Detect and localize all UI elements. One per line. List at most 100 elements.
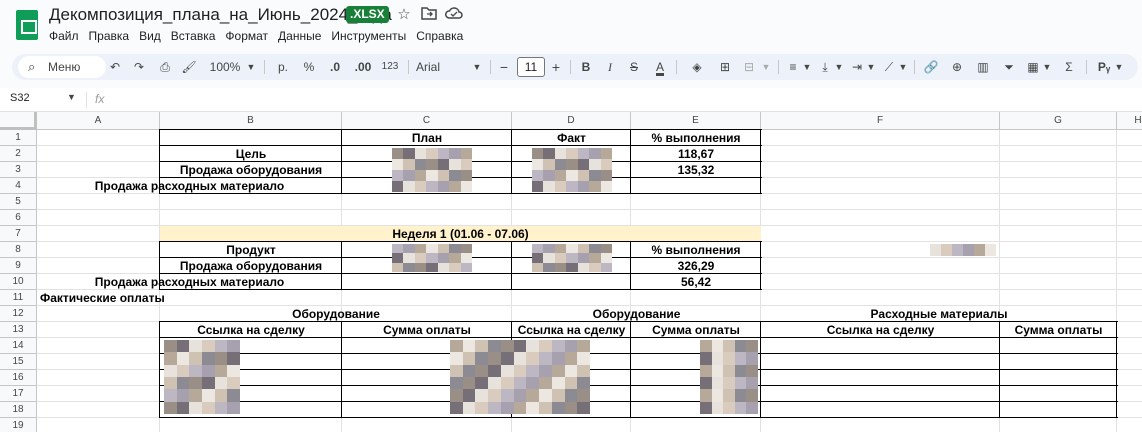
cell-e8-pct-header[interactable]: % выполнения [631,242,761,258]
font-caret-icon[interactable]: ▼ [470,54,484,80]
row-header-2[interactable]: 2 [0,146,37,162]
menu-view[interactable]: Вид [134,28,166,44]
cell-c1-plan-header[interactable]: План [342,130,512,146]
valign-caret-icon[interactable]: ▼ [834,54,844,80]
insert-chart-icon[interactable]: ▥ [974,54,992,80]
fill-color-icon[interactable]: ◈ [688,54,706,80]
menu-tools[interactable]: Инструменты [326,28,411,44]
bold-button[interactable]: B [578,54,594,80]
sheet-grid[interactable]: A B C D E F G H 1 2 3 4 5 6 7 8 9 10 11 12 13 14 15 16 17 18 19 Пла… [0,112,1142,432]
font-size-input[interactable]: 11 [517,57,545,77]
cell-a11-payments-title[interactable]: Фактические оплаты [40,290,342,306]
filter-views-caret-icon[interactable]: ▼ [1042,54,1052,80]
name-box[interactable]: S32 [10,92,30,104]
borders-icon[interactable]: ⊞ [716,54,734,80]
increase-decimal-button[interactable]: .00 [350,54,376,80]
cell-b12-equipment-group[interactable]: Оборудование [160,306,512,322]
row-header-13[interactable]: 13 [0,322,37,338]
cell-e8-pct[interactable]: 326,29 [631,258,761,274]
merge-cells-icon[interactable]: ⊟ [740,54,758,80]
select-all-corner[interactable] [0,112,37,130]
font-family-select[interactable]: Arial [416,54,456,80]
text-wrap-icon[interactable]: ⇥ [848,54,866,80]
cell-d12-equipment-group[interactable]: Оборудование [512,306,761,322]
wrap-caret-icon[interactable]: ▼ [866,54,876,80]
insert-comment-icon[interactable]: ⊕ [948,54,966,80]
undo-icon[interactable]: ↶ [106,54,124,80]
filter-icon[interactable]: ⏷ [1000,54,1018,80]
vertical-align-icon[interactable]: ⤓ [816,54,834,80]
column-header-f[interactable]: F [761,112,1000,130]
cell-b8-product-header[interactable]: Продукт [160,242,342,258]
cell-e9-pct[interactable]: 56,42 [631,274,761,290]
star-icon[interactable]: ☆ [395,6,413,24]
row-header-5[interactable]: 5 [0,194,37,210]
merge-caret-icon[interactable]: ▼ [760,54,772,80]
strikethrough-icon[interactable]: S [626,54,642,80]
decrease-decimal-button[interactable]: .0 [324,54,346,80]
menu-file[interactable]: Файл [44,28,84,44]
column-header-g[interactable]: G [1000,112,1117,130]
currency-format-button[interactable]: р. [274,54,292,80]
text-color-button[interactable]: A [652,54,668,80]
rotation-caret-icon[interactable]: ▼ [898,54,908,80]
cell-e3-pct[interactable]: 135,32 [631,162,761,178]
column-header-c[interactable]: C [342,112,512,130]
cell-b3-label[interactable]: Продажа оборудования [160,162,342,178]
cell-f12-consumables-group[interactable]: Расходные материалы [761,306,1117,322]
column-header-e[interactable]: E [631,112,761,130]
column-header-b[interactable]: B [160,112,342,130]
column-header-d[interactable]: D [512,112,631,130]
zoom-select[interactable]: 100% [208,54,242,80]
redo-icon[interactable]: ↷ [130,54,148,80]
cell-b9-label[interactable]: Продажа расходных материало [37,274,342,290]
row-header-3[interactable]: 3 [0,162,37,178]
row-header-11[interactable]: 11 [0,290,37,306]
align-caret-icon[interactable]: ▼ [802,54,812,80]
paint-format-icon[interactable]: 🖌 [180,54,198,80]
percent-format-button[interactable]: % [300,54,318,80]
row-header-16[interactable]: 16 [0,370,37,386]
row-header-6[interactable]: 6 [0,210,37,226]
cell-e13-sum-header[interactable]: Сумма оплаты [631,322,761,338]
row-header-10[interactable]: 10 [0,274,37,290]
column-header-h[interactable]: H [1117,112,1142,130]
row-header-4[interactable]: 4 [0,178,37,194]
cell-b8-label[interactable]: Продажа оборудования [160,258,342,274]
menu-search-button[interactable]: ⌕ Меню [18,56,106,78]
zoom-caret-icon[interactable]: ▼ [244,54,258,80]
text-rotation-icon[interactable]: ⟋ [880,54,898,80]
menu-data[interactable]: Данные [273,28,326,44]
cell-f13-link-header[interactable]: Ссылка на сделку [761,322,1000,338]
row-header-1[interactable]: 1 [0,130,37,146]
cell-d13-link-header[interactable]: Ссылка на сделку [512,322,631,338]
document-title[interactable]: Декомпозиция_плана_на_Июнь_2024_года [49,5,392,25]
row-header-7[interactable]: 7 [0,226,37,242]
cell-c13-sum-header[interactable]: Сумма оплаты [342,322,512,338]
name-box-caret-icon[interactable]: ▼ [67,92,76,102]
cell-e2-pct[interactable]: 118,67 [631,146,761,162]
row-header-18[interactable]: 18 [0,402,37,418]
insert-link-icon[interactable]: 🔗 [922,54,940,80]
row-header-12[interactable]: 12 [0,306,37,322]
cloud-status-icon[interactable] [445,6,463,24]
row-header-19[interactable]: 19 [0,418,37,432]
cell-g13-sum-header[interactable]: Сумма оплаты [1000,322,1117,338]
input-tools-icon[interactable]: Pᵧ [1094,54,1114,80]
functions-icon[interactable]: Σ [1060,54,1078,80]
menu-edit[interactable]: Правка [84,28,135,44]
horizontal-align-icon[interactable]: ≡ [784,54,802,80]
italic-button[interactable]: I [602,54,618,80]
row-header-14[interactable]: 14 [0,338,37,354]
row-header-9[interactable]: 9 [0,258,37,274]
move-folder-icon[interactable] [420,6,438,24]
font-size-decrease-icon[interactable]: − [496,54,512,80]
row-header-15[interactable]: 15 [0,354,37,370]
input-tools-caret-icon[interactable]: ▼ [1114,54,1124,80]
menu-format[interactable]: Формат [220,28,273,44]
number-format-button[interactable]: 123 [378,54,402,80]
filter-views-icon[interactable]: ▦ [1024,54,1042,80]
print-icon[interactable]: ⎙ [156,54,174,80]
sheets-logo-icon[interactable] [16,10,38,40]
cell-b7-week-header[interactable]: Неделя 1 (01.06 - 07.06) [160,226,761,242]
